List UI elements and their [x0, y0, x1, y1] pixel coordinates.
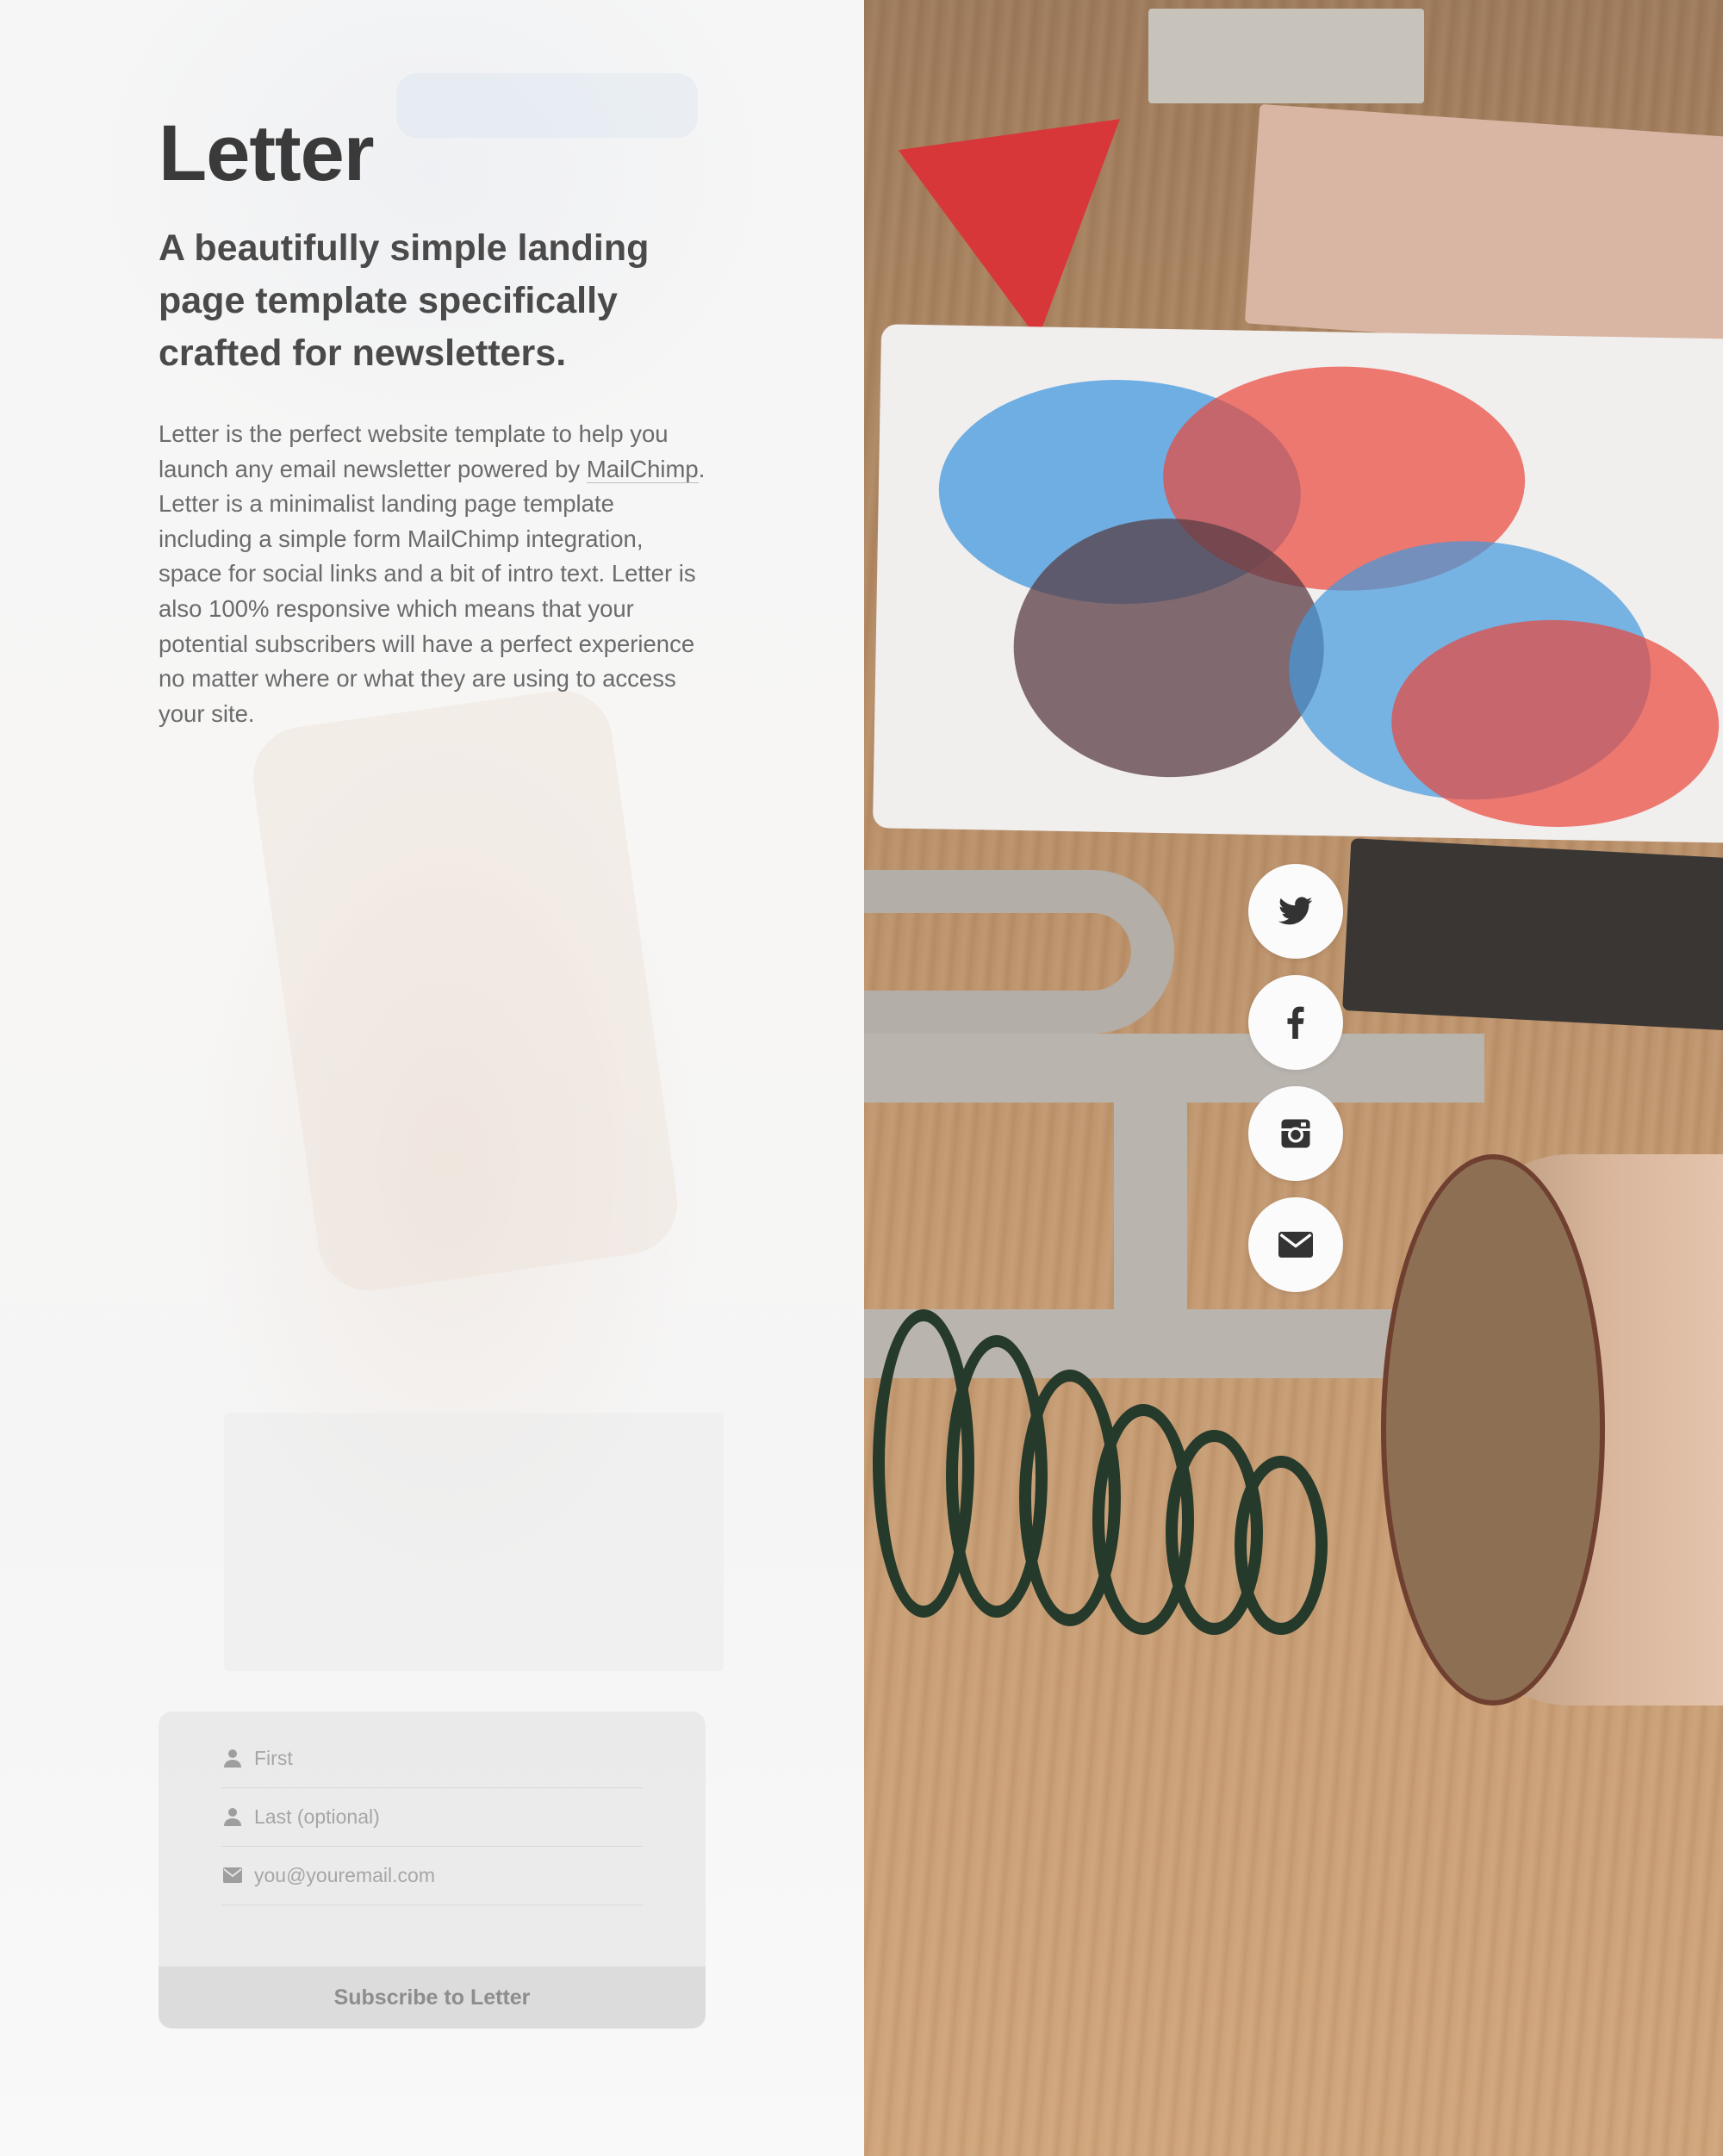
user-icon — [221, 1805, 244, 1828]
photo-spring — [1235, 1456, 1328, 1635]
email-button[interactable] — [1248, 1197, 1343, 1292]
first-name-input[interactable] — [254, 1746, 643, 1770]
intro-paragraph: Letter is the perfect website template t… — [159, 417, 710, 731]
content-panel: Letter A beautifully simple landing page… — [0, 0, 864, 2156]
twitter-icon — [1278, 897, 1313, 926]
intro-text-continued: . Letter is a minimalist landing page te… — [159, 455, 706, 727]
photo-envelope — [1244, 103, 1723, 357]
background-blur — [396, 73, 698, 138]
user-icon — [221, 1747, 244, 1769]
mailchimp-link[interactable]: MailChimp — [586, 455, 699, 483]
subscribe-button[interactable]: Subscribe to Letter — [159, 1966, 706, 2029]
instagram-icon — [1280, 1118, 1311, 1149]
shirt-print — [1390, 617, 1721, 830]
facebook-icon — [1287, 1006, 1304, 1039]
background-blur — [246, 683, 684, 1298]
background-blur — [224, 1413, 724, 1671]
page-title: Letter — [159, 109, 375, 197]
email-field — [221, 1846, 643, 1905]
email-input[interactable] — [254, 1863, 643, 1887]
email-icon — [1278, 1232, 1313, 1258]
subscribe-form: Subscribe to Letter — [159, 1712, 706, 2029]
photo-tube-end — [1381, 1154, 1605, 1706]
envelope-icon — [221, 1864, 244, 1886]
instagram-button[interactable] — [1248, 1086, 1343, 1181]
photo-slate — [1342, 838, 1723, 1031]
social-links — [1248, 864, 1343, 1308]
photo-card — [1148, 9, 1424, 103]
photo-shirt — [872, 324, 1723, 843]
last-name-input[interactable] — [254, 1805, 643, 1829]
first-name-field — [221, 1729, 643, 1788]
twitter-button[interactable] — [1248, 864, 1343, 959]
last-name-field — [221, 1787, 643, 1847]
facebook-button[interactable] — [1248, 975, 1343, 1070]
photo-letter-p — [864, 870, 1174, 1034]
photo-pennant — [898, 119, 1149, 355]
page-subtitle: A beautifully simple landing page templa… — [159, 227, 650, 374]
